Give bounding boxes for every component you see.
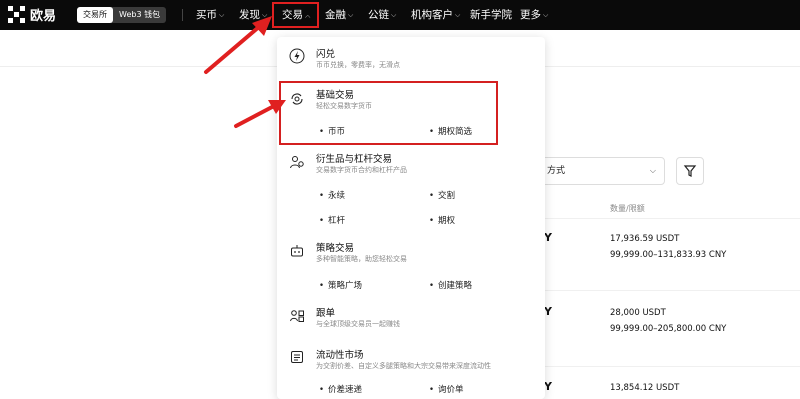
menu-derivatives-desc: 交易数字货币合约和杠杆产品	[316, 166, 407, 174]
amount-value: 28,000 USDT	[610, 308, 666, 318]
menu-flash-desc: 币币兑换，零费率，无滑点	[316, 61, 400, 69]
menu-strategy-square[interactable]: 策略广场	[319, 279, 362, 291]
liquidity-icon	[289, 349, 305, 365]
logo[interactable]: 欧易	[8, 5, 56, 24]
menu-strategy-desc: 多种智能策略，助您轻松交易	[316, 255, 407, 263]
menu-futures[interactable]: 交割	[429, 189, 455, 201]
divider	[540, 290, 800, 291]
top-nav-bar: 欧易 交易所 Web3 钱包 买币 ⌵ 发现 ⌵ 交易 ⌵ 金融 ⌵ 公链 ⌵ 机构客户 ⌵…	[0, 0, 800, 30]
menu-derivatives-title[interactable]: 衍生品与杠杆交易	[316, 151, 392, 165]
payment-method-select[interactable]: 方式 ⌵	[540, 157, 665, 185]
currency-fragment: Y	[544, 231, 552, 244]
chevron-down-icon: ⌵	[455, 11, 461, 19]
chevron-down-icon: ⌵	[391, 11, 397, 19]
users-icon	[289, 154, 305, 170]
chevron-down-icon: ⌵	[649, 166, 656, 175]
menu-copy-title[interactable]: 跟单	[316, 305, 335, 319]
amount-value: 17,936.59 USDT	[610, 234, 680, 244]
menu-rfq[interactable]: 询价单	[429, 383, 464, 395]
menu-liquidity-desc: 为交割价差、自定义多腿策略和大宗交易带来深度流动性	[316, 362, 491, 370]
divider	[182, 9, 183, 21]
divider	[540, 366, 800, 367]
robot-icon	[289, 243, 305, 259]
nav-finance[interactable]: 金融 ⌵	[325, 0, 353, 30]
exchange-tab[interactable]: 交易所	[77, 7, 113, 23]
menu-strategy-title[interactable]: 策略交易	[316, 240, 354, 254]
nav-chain[interactable]: 公链 ⌵	[368, 0, 396, 30]
column-header-amount: 数量/限额	[610, 204, 645, 213]
menu-spread-express[interactable]: 价差速递	[319, 383, 362, 395]
chevron-down-icon: ⌵	[543, 11, 549, 19]
menu-create-strategy[interactable]: 创建策略	[429, 279, 472, 291]
limit-value: 99,999.00–131,833.93 CNY	[610, 250, 727, 260]
menu-perpetual[interactable]: 永续	[319, 189, 345, 201]
product-switch: 交易所 Web3 钱包	[77, 7, 167, 23]
brand-name: 欧易	[30, 9, 57, 24]
chevron-down-icon: ⌵	[348, 11, 354, 19]
divider	[540, 218, 800, 219]
menu-margin[interactable]: 杠杆	[319, 214, 345, 226]
web3-wallet-tab[interactable]: Web3 钱包	[113, 7, 166, 23]
okx-logo-icon	[8, 5, 26, 24]
menu-copy-desc: 与全球顶级交易员一起赚钱	[316, 320, 400, 328]
copy-trading-icon	[289, 308, 305, 324]
red-arrow-icon	[234, 100, 286, 128]
menu-flash-title[interactable]: 闪兑	[316, 46, 335, 60]
nav-institutional[interactable]: 机构客户 ⌵	[411, 0, 460, 30]
menu-options[interactable]: 期权	[429, 214, 455, 226]
lightning-icon	[289, 48, 305, 64]
menu-liquidity-title[interactable]: 流动性市场	[316, 347, 364, 361]
red-arrow-icon	[204, 16, 272, 74]
amount-value: 13,854.12 USDT	[610, 383, 680, 393]
filter-button[interactable]	[676, 157, 704, 185]
nav-more[interactable]: 更多 ⌵	[520, 0, 548, 30]
filter-icon	[683, 165, 697, 177]
currency-fragment: Y	[544, 380, 552, 393]
nav-academy[interactable]: 新手学院	[470, 0, 512, 30]
basic-trading-highlight-box	[279, 81, 498, 145]
currency-fragment: Y	[544, 305, 552, 318]
limit-value: 99,999.00–205,800.00 CNY	[610, 324, 727, 334]
